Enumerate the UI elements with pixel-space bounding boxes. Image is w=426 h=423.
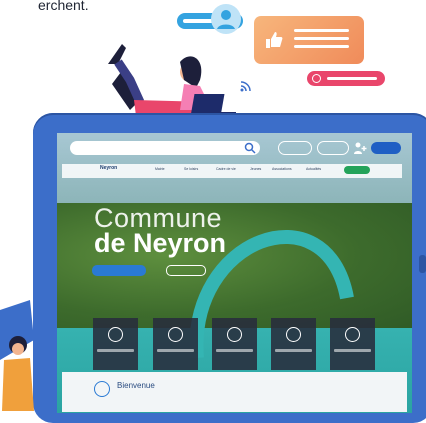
tile-icon: [286, 327, 301, 342]
rss-icon: [240, 81, 251, 92]
tile-icon: [227, 327, 242, 342]
welcome-section: [62, 372, 407, 412]
toolbar-pill-button[interactable]: [278, 141, 312, 155]
quick-access-tile[interactable]: [212, 318, 257, 370]
nav-item[interactable]: Cadre de vie: [216, 167, 236, 171]
quick-access-tile[interactable]: [93, 318, 138, 370]
person-left-illustration: [0, 300, 34, 411]
tile-icon: [345, 327, 360, 342]
search-icon[interactable]: [244, 142, 256, 154]
hero-secondary-button[interactable]: [166, 265, 206, 276]
site-logo[interactable]: Neyron: [100, 165, 117, 171]
toolbar-action-button[interactable]: [371, 142, 401, 154]
quick-access-tile[interactable]: [153, 318, 198, 370]
toolbar-pill-button[interactable]: [317, 141, 349, 155]
nav-item[interactable]: Mairie: [155, 167, 165, 171]
nav-cta-button[interactable]: [344, 166, 370, 174]
tablet-side-button: [419, 255, 426, 273]
quick-access-tile[interactable]: [271, 318, 316, 370]
thumbs-up-icon: [266, 32, 283, 48]
welcome-heading: Bienvenue: [117, 381, 155, 390]
floating-like-card: [254, 16, 364, 64]
nav-item[interactable]: Actualités: [306, 167, 321, 171]
welcome-icon: [94, 381, 110, 397]
tile-icon: [168, 327, 183, 342]
nav-item[interactable]: Se loisirs: [184, 167, 198, 171]
floating-notification-pill: [307, 71, 385, 86]
top-caption-text: erchent.: [38, 0, 89, 13]
hero-primary-button[interactable]: [92, 265, 146, 276]
tile-icon: [108, 327, 123, 342]
nav-item[interactable]: Associations: [272, 167, 292, 171]
browser-search-bar[interactable]: [70, 141, 260, 155]
nav-item[interactable]: Jeunes: [250, 167, 261, 171]
avatar-icon: [211, 4, 241, 34]
hero-title-strong: de Neyron: [94, 228, 227, 258]
user-plus-icon[interactable]: [353, 141, 367, 155]
quick-access-tile[interactable]: [330, 318, 375, 370]
